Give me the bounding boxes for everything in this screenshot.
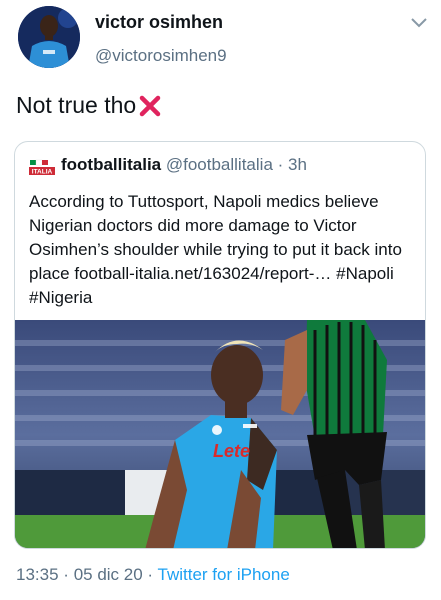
- jersey-sponsor-text: Lete: [213, 441, 250, 461]
- quoted-tweet-card[interactable]: ITALIA footballitalia @footballitalia · …: [14, 141, 426, 549]
- author-handle[interactable]: @victorosimhen9: [95, 46, 227, 66]
- chevron-down-icon[interactable]: [411, 18, 427, 28]
- quoted-author-handle[interactable]: @footballitalia: [166, 155, 273, 174]
- tweet-time[interactable]: 13:35: [16, 565, 59, 584]
- football-italia-logo-icon: ITALIA: [29, 158, 55, 176]
- quoted-author-name[interactable]: footballitalia: [61, 155, 161, 174]
- quoted-tweet-photo[interactable]: Lete: [15, 320, 426, 549]
- tweet-text: Not true tho: [16, 92, 162, 119]
- tweet-text-content: Not true tho: [16, 92, 137, 118]
- footer-separator-1: ·: [63, 565, 69, 584]
- tweet-footer: 13:35 · 05 dic 20 · Twitter for iPhone: [16, 565, 290, 585]
- quoted-tweet-text: According to Tuttosport, Napoli medics b…: [29, 192, 402, 307]
- tweet-date[interactable]: 05 dic 20: [74, 565, 143, 584]
- avatar-photo: [18, 6, 80, 68]
- author-display-name[interactable]: victor osimhen: [95, 12, 223, 33]
- cross-mark-icon: [139, 95, 161, 116]
- quoted-separator: ·: [277, 155, 284, 174]
- quoted-timestamp[interactable]: 3h: [288, 155, 307, 174]
- quoted-tweet-header: footballitalia @footballitalia · 3h: [61, 155, 307, 175]
- author-avatar[interactable]: [18, 6, 80, 68]
- tweet-source-link[interactable]: Twitter for iPhone: [158, 565, 290, 584]
- logo-text: ITALIA: [32, 169, 53, 176]
- footer-separator-2: ·: [147, 565, 154, 584]
